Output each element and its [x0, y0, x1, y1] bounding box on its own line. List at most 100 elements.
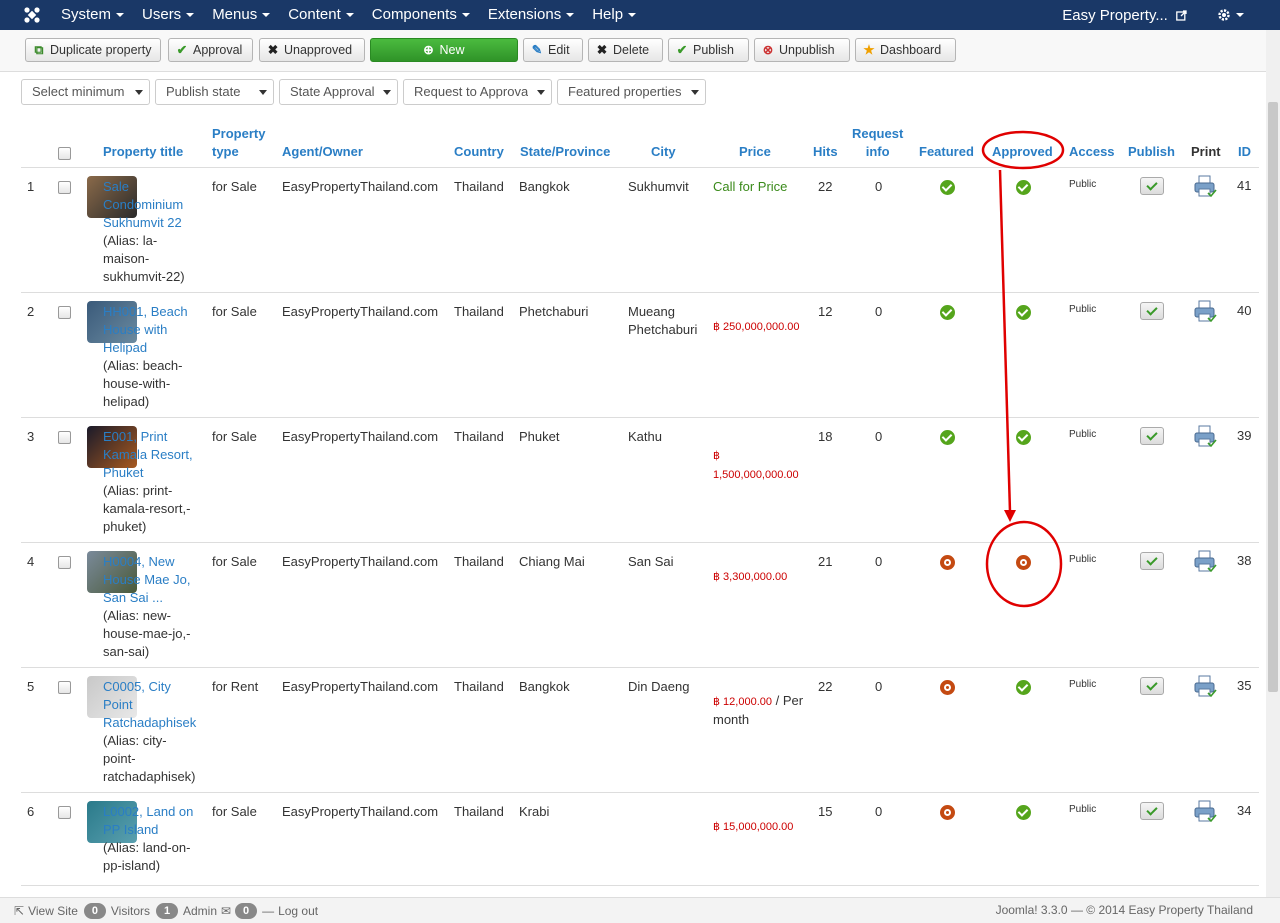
- approved-check-icon[interactable]: [1016, 305, 1031, 320]
- col-city[interactable]: City: [651, 143, 676, 161]
- publish-toggle[interactable]: [1140, 302, 1164, 320]
- not-featured-icon[interactable]: [940, 555, 955, 570]
- unapproved-button[interactable]: ✖ Unapproved: [259, 38, 365, 62]
- printer-icon[interactable]: [1193, 799, 1217, 823]
- col-price[interactable]: Price: [739, 143, 771, 161]
- col-access[interactable]: Access: [1069, 143, 1115, 161]
- external-link-icon: ⇱: [14, 904, 25, 918]
- publish-toggle[interactable]: [1140, 802, 1164, 820]
- col-publish[interactable]: Publish: [1128, 143, 1175, 161]
- printer-icon[interactable]: [1193, 674, 1217, 698]
- not-featured-icon[interactable]: [940, 680, 955, 695]
- featured-check-icon[interactable]: [940, 180, 955, 195]
- property-title-link[interactable]: H0004, New House Mae Jo, San Sai ... (Ali…: [103, 553, 199, 661]
- not-featured-icon[interactable]: [940, 805, 955, 820]
- property-id: 34: [1237, 803, 1252, 818]
- property-title-link[interactable]: L0002, Land on PP Island (Alias: land-on-…: [103, 803, 199, 875]
- col-agent-owner[interactable]: Agent/Owner: [282, 143, 363, 161]
- publish-toggle[interactable]: [1140, 177, 1164, 195]
- featured-check-icon[interactable]: [940, 305, 955, 320]
- printer-icon[interactable]: [1193, 549, 1217, 573]
- delete-button[interactable]: ✖ Delete: [588, 38, 663, 62]
- property-alias: (Alias: city-point-ratchadaphisek): [103, 733, 196, 784]
- approved-check-icon[interactable]: [1016, 430, 1031, 445]
- edit-button[interactable]: ✎ Edit: [523, 38, 583, 62]
- publish-button[interactable]: ✔ Publish: [668, 38, 749, 62]
- menu-menus[interactable]: Menus: [203, 0, 279, 30]
- logout-link[interactable]: Log out: [278, 904, 318, 918]
- duplicate-property-button[interactable]: ⧉ Duplicate property: [25, 38, 161, 62]
- view-site-link[interactable]: View Site: [28, 904, 78, 918]
- new-button[interactable]: ⊕ New: [370, 38, 518, 62]
- dropdown-arrow-icon: [691, 90, 699, 95]
- property-title-link[interactable]: C0005, City Point Ratchadaphisek (Alias: …: [103, 678, 199, 786]
- col-approved[interactable]: Approved: [992, 143, 1053, 161]
- featured-check-icon[interactable]: [940, 430, 955, 445]
- chevron-down-icon: [186, 13, 195, 18]
- col-featured[interactable]: Featured: [919, 143, 974, 161]
- joomla-logo-icon[interactable]: [22, 5, 42, 25]
- publish-toggle[interactable]: [1140, 552, 1164, 570]
- col-property-type[interactable]: Property type: [212, 125, 265, 161]
- row-checkbox[interactable]: [58, 306, 71, 319]
- col-hits[interactable]: Hits: [813, 143, 838, 161]
- approved-check-icon[interactable]: [1016, 680, 1031, 695]
- row-checkbox[interactable]: [58, 681, 71, 694]
- col-country[interactable]: Country: [454, 143, 504, 161]
- select-all-checkbox[interactable]: [58, 147, 71, 160]
- select-minimum-filter[interactable]: Select minimum: [21, 79, 150, 105]
- menu-help[interactable]: Help: [583, 0, 645, 30]
- printer-icon[interactable]: [1193, 424, 1217, 448]
- publish-state-filter[interactable]: Publish state: [155, 79, 274, 105]
- col-id[interactable]: ID: [1238, 143, 1251, 161]
- price-value: ฿ 250,000,000.00: [713, 321, 800, 333]
- col-request-info[interactable]: Request info: [852, 125, 903, 161]
- request-info-count: 0: [875, 179, 883, 194]
- property-title-link[interactable]: HH001, Beach House with Helipad (Alias: b…: [103, 303, 199, 411]
- dashboard-button[interactable]: ★ Dashboard: [855, 38, 956, 62]
- property-title-link[interactable]: E001, Print Kamala Resort, Phuket (Alias:…: [103, 428, 199, 536]
- printer-icon[interactable]: [1193, 299, 1217, 323]
- request-info-count: 0: [875, 804, 883, 819]
- menu-users[interactable]: Users: [133, 0, 203, 30]
- request-approval-filter[interactable]: Request to Approval: [403, 79, 552, 105]
- publish-toggle[interactable]: [1140, 427, 1164, 445]
- row-checkbox[interactable]: [58, 806, 71, 819]
- row-checkbox[interactable]: [58, 181, 71, 194]
- settings-menu[interactable]: [1217, 6, 1244, 24]
- not-approved-icon[interactable]: [1016, 555, 1031, 570]
- hits-count: 22: [818, 679, 833, 694]
- row-checkbox[interactable]: [58, 556, 71, 569]
- approval-button[interactable]: ✔ Approval: [168, 38, 253, 62]
- agent-owner: EasyPropertyThailand.com: [282, 679, 439, 694]
- state-province: Bangkok: [519, 679, 570, 694]
- state-approval-filter[interactable]: State Approval: [279, 79, 398, 105]
- scrollbar-thumb[interactable]: [1268, 102, 1278, 692]
- page-scrollbar[interactable]: [1266, 30, 1280, 897]
- menu-extensions[interactable]: Extensions: [479, 0, 583, 30]
- country: Thailand: [454, 179, 504, 194]
- featured-properties-filter[interactable]: Featured properties: [557, 79, 706, 105]
- city: Sukhumvit: [628, 179, 689, 194]
- property-title-link[interactable]: Sale Condominium Sukhumvit 22 (Alias: la-…: [103, 178, 199, 286]
- row-checkbox[interactable]: [58, 431, 71, 444]
- messages-count-badge[interactable]: 0: [235, 903, 258, 919]
- approved-check-icon[interactable]: [1016, 805, 1031, 820]
- menu-system[interactable]: System: [52, 0, 133, 30]
- publish-toggle[interactable]: [1140, 677, 1164, 695]
- price-value: ฿ 1,500,000,000.00: [713, 450, 799, 481]
- unpublish-button[interactable]: ⊗ Unpublish: [754, 38, 850, 62]
- menu-content[interactable]: Content: [279, 0, 363, 30]
- col-state-province[interactable]: State/Province: [520, 143, 610, 161]
- approved-check-icon[interactable]: [1016, 180, 1031, 195]
- site-link[interactable]: Easy Property...: [1062, 7, 1187, 24]
- dropdown-arrow-icon: [259, 90, 267, 95]
- state-province: Chiang Mai: [519, 554, 585, 569]
- agent-owner: EasyPropertyThailand.com: [282, 304, 439, 319]
- col-property-title[interactable]: Property title: [103, 143, 183, 161]
- table-header: Property title Property type Agent/Owner …: [21, 118, 1259, 168]
- admin-navbar: System Users Menus Content Components Extensi…: [0, 0, 1280, 30]
- menu-components[interactable]: Components: [363, 0, 479, 30]
- request-info-count: 0: [875, 304, 883, 319]
- printer-icon[interactable]: [1193, 174, 1217, 198]
